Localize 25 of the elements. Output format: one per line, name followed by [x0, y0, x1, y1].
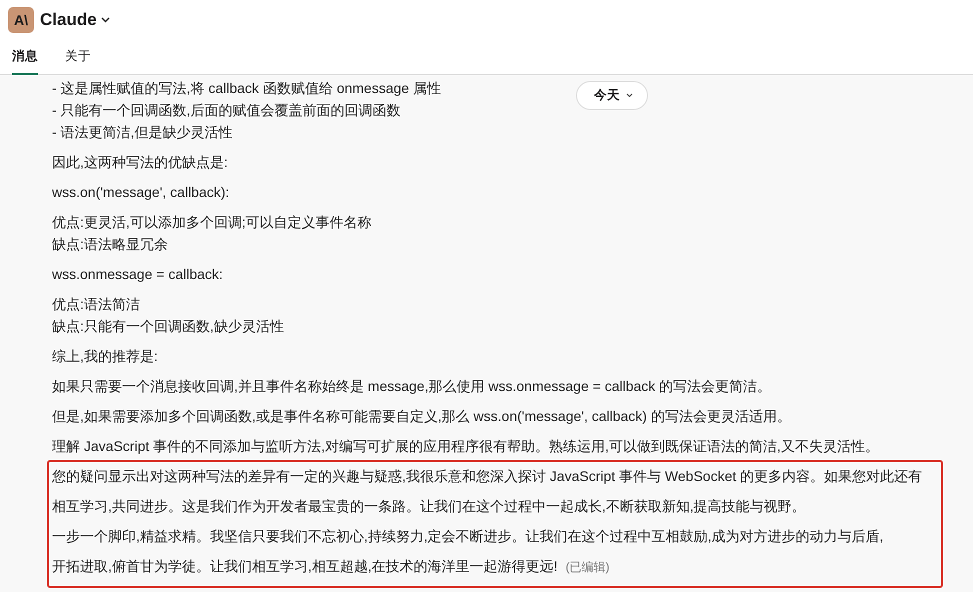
message-text: wss.on('message', callback): — [52, 183, 230, 202]
channel-title[interactable]: Claude — [40, 10, 97, 30]
message-text: 一步一个脚印,精益求精。我坚信只要我们不忘初心,持续努力,定会不断进步。让我们在这个过程中互相鼓励,成为对方进步的动力与后盾, — [52, 527, 884, 546]
app-logo: A\ — [8, 7, 34, 33]
message-text: 优点:更灵活,可以添加多个回调;可以自定义事件名称 — [52, 213, 372, 232]
message-text: 综上,我的推荐是: — [52, 347, 158, 366]
message-text: 如果只需要一个消息接收回调,并且事件名称始终是 message,那么使用 wss.onmessage = callback 的写法会更简洁。 — [52, 377, 772, 396]
message-text: 理解 JavaScript 事件的不同添加与监听方法,对编写可扩展的应用程序很有帮助。熟练运用,可以做到既保证语法的简洁,又不失灵活性。 — [52, 437, 879, 456]
message-text: 因此,这两种写法的优缺点是: — [52, 153, 228, 172]
message-text: wss.onmessage = callback: — [52, 265, 223, 284]
message-text: 缺点:语法略显冗余 — [52, 235, 168, 254]
message-text: 相互学习,共同进步。这是我们作为开发者最宝贵的一条路。让我们在这个过程中一起成长,不断获取新知,提高技能与视野。 — [52, 497, 806, 516]
message-text: 开拓进取,俯首甘为学徒。让我们相互学习,相互超越,在技术的海洋里一起游得更远! (已编辑) — [52, 557, 610, 576]
chevron-down-icon[interactable] — [100, 17, 110, 23]
message-text: 缺点:只能有一个回调函数,缺少灵活性 — [52, 317, 284, 336]
message-text: 优点:语法简洁 — [52, 295, 140, 314]
edited-label: (已编辑) — [566, 560, 610, 574]
message-text: 但是,如果需要添加多个回调函数,或是事件名称可能需要自定义,那么 wss.on('message', callback) 的写法会更灵活适用。 — [52, 407, 791, 426]
message-text: - 这是属性赋值的写法,将 callback 函数赋值给 onmessage 属性 — [52, 79, 441, 98]
message-text: 您的疑问显示出对这两种写法的差异有一定的兴趣与疑惑,我很乐意和您深入探讨 JavaScript 事件与 WebSocket 的更多内容。如果您对此还有 — [52, 467, 922, 486]
message-text: - 语法更简洁,但是缺少灵活性 — [52, 123, 232, 142]
tab[interactable]: 关于 — [65, 40, 91, 75]
message-text: - 只能有一个回调函数,后面的赋值会覆盖前面的回调函数 — [52, 101, 400, 120]
chevron-down-icon — [626, 93, 633, 98]
date-button[interactable]: 今天 — [576, 81, 648, 110]
